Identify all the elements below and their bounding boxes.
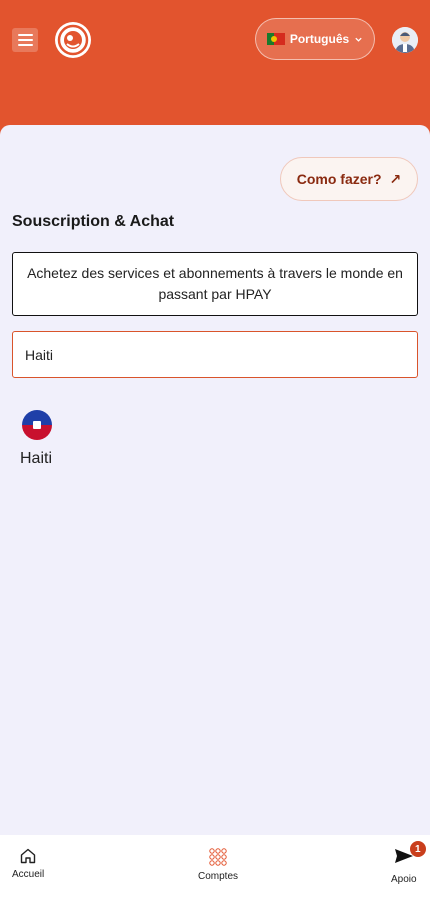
nav-support-label: Apoio (391, 874, 417, 885)
nav-accounts[interactable]: Comptes (198, 847, 238, 882)
how-to-button[interactable]: Como fazer? ↗ (280, 157, 418, 201)
country-name: Haiti (20, 450, 53, 467)
nav-accounts-label: Comptes (198, 871, 239, 882)
grid-icon (209, 848, 227, 866)
nav-support[interactable]: 1 Apoio (391, 841, 426, 885)
nav-home-label: Accueil (12, 869, 45, 880)
menu-button[interactable] (12, 28, 38, 52)
user-avatar[interactable] (392, 27, 418, 53)
portugal-flag-icon (266, 33, 285, 45)
description-box: Achetez des services et abonnements à tr… (12, 252, 418, 316)
how-to-label: Como fazer? (296, 171, 382, 187)
country-search-input[interactable] (12, 331, 418, 378)
user-avatar-icon (392, 27, 418, 53)
arrow-up-right-icon: ↗ (389, 170, 402, 187)
page-title: Souscription & Achat (12, 213, 175, 230)
app-logo[interactable] (55, 22, 91, 58)
country-item-haiti[interactable]: Haiti (16, 408, 60, 472)
notification-badge: 1 (409, 841, 426, 857)
description-text: Achetez des services et abonnements à tr… (27, 265, 403, 302)
language-label: Português (289, 32, 350, 46)
chevron-down-icon (355, 37, 362, 42)
hamburger-icon (17, 34, 33, 36)
logo-icon (57, 24, 89, 56)
bottom-nav: Accueil Comptes 1 Apoio (0, 835, 430, 900)
main-content (0, 125, 430, 835)
app-header: Português (0, 0, 430, 140)
send-icon-wrap: 1 (394, 841, 426, 870)
home-icon (20, 848, 36, 864)
haiti-flag-icon (22, 410, 52, 440)
nav-home[interactable]: Accueil (12, 847, 44, 880)
language-selector[interactable]: Português (255, 18, 375, 60)
